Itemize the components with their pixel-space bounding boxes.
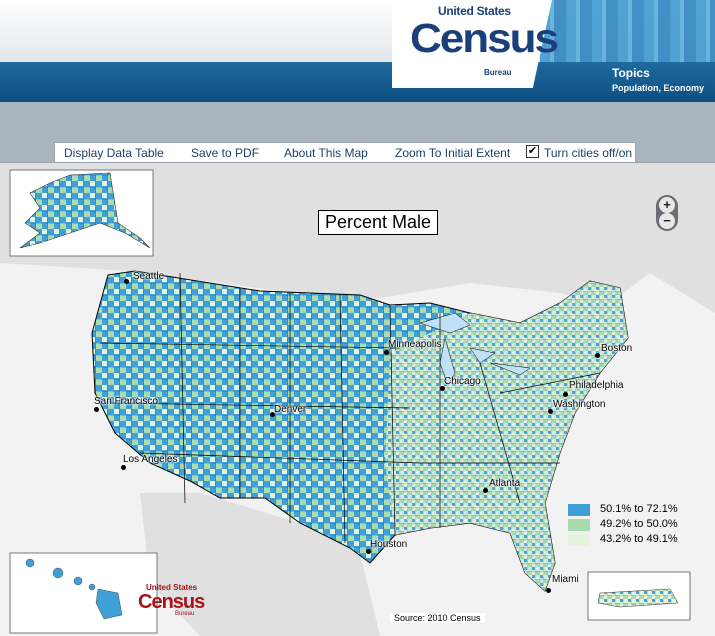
city-marker[interactable] — [546, 588, 551, 593]
logo-bureau: Bureau — [484, 68, 512, 77]
legend-swatch-high — [568, 504, 590, 516]
city-marker[interactable] — [124, 279, 129, 284]
header-band — [0, 62, 715, 102]
city-label-los-angeles: Los Angeles — [123, 454, 178, 465]
topics-subtitle: Population, Economy — [612, 83, 705, 93]
display-data-table-link[interactable]: Display Data Table — [64, 146, 164, 160]
legend-swatch-mid — [568, 519, 590, 531]
zoom-out-button[interactable]: − — [659, 213, 675, 229]
zoom-control: + − — [656, 195, 678, 231]
city-marker[interactable] — [94, 407, 99, 412]
city-label-chicago: Chicago — [444, 376, 481, 387]
city-label-washington: Washington — [553, 399, 606, 410]
logo-census: Census — [410, 16, 559, 62]
city-label-minneapolis: Minneapolis — [388, 339, 442, 350]
zoom-in-button[interactable]: + — [659, 197, 675, 213]
city-marker[interactable] — [483, 488, 488, 493]
city-marker[interactable] — [384, 350, 389, 355]
city-label-seattle: Seattle — [133, 271, 165, 282]
legend-label-mid: 49.2% to 50.0% — [600, 518, 678, 530]
city-label-atlanta: Atlanta — [489, 478, 521, 489]
city-marker[interactable] — [595, 353, 600, 358]
legend-label-high: 50.1% to 72.1% — [600, 503, 678, 515]
legend-label-low: 43.2% to 49.1% — [600, 533, 678, 545]
save-to-pdf-link[interactable]: Save to PDF — [191, 146, 259, 160]
topics-title: Topics — [612, 66, 650, 80]
legend-swatch-low — [568, 534, 590, 546]
city-label-san-francisco: San Francisco — [94, 396, 158, 407]
city-label-philadelphia: Philadelphia — [569, 380, 624, 391]
city-label-houston: Houston — [370, 539, 408, 550]
city-label-miami: Miami — [552, 574, 579, 585]
map-title: Percent Male — [318, 210, 439, 235]
cities-checkbox[interactable]: ✔ — [526, 145, 539, 158]
map-source: Source: 2010 Census — [390, 613, 485, 623]
about-this-map-link[interactable]: About This Map — [284, 146, 368, 160]
city-label-boston: Boston — [601, 343, 633, 354]
city-label-denver: Denver — [274, 404, 307, 415]
map-toolbar: Display Data Table Save to PDF About Thi… — [54, 142, 636, 163]
map-canvas[interactable]: Percent Male + − Seattle San Francisco L… — [0, 162, 715, 636]
cities-toggle-label[interactable]: Turn cities off/on — [544, 146, 632, 160]
zoom-initial-extent-link[interactable]: Zoom To Initial Extent — [395, 146, 510, 160]
city-marker[interactable] — [563, 392, 568, 397]
header-stripes — [540, 0, 715, 62]
city-marker[interactable] — [121, 465, 126, 470]
mini-logo-bureau: Bureau — [175, 611, 195, 617]
